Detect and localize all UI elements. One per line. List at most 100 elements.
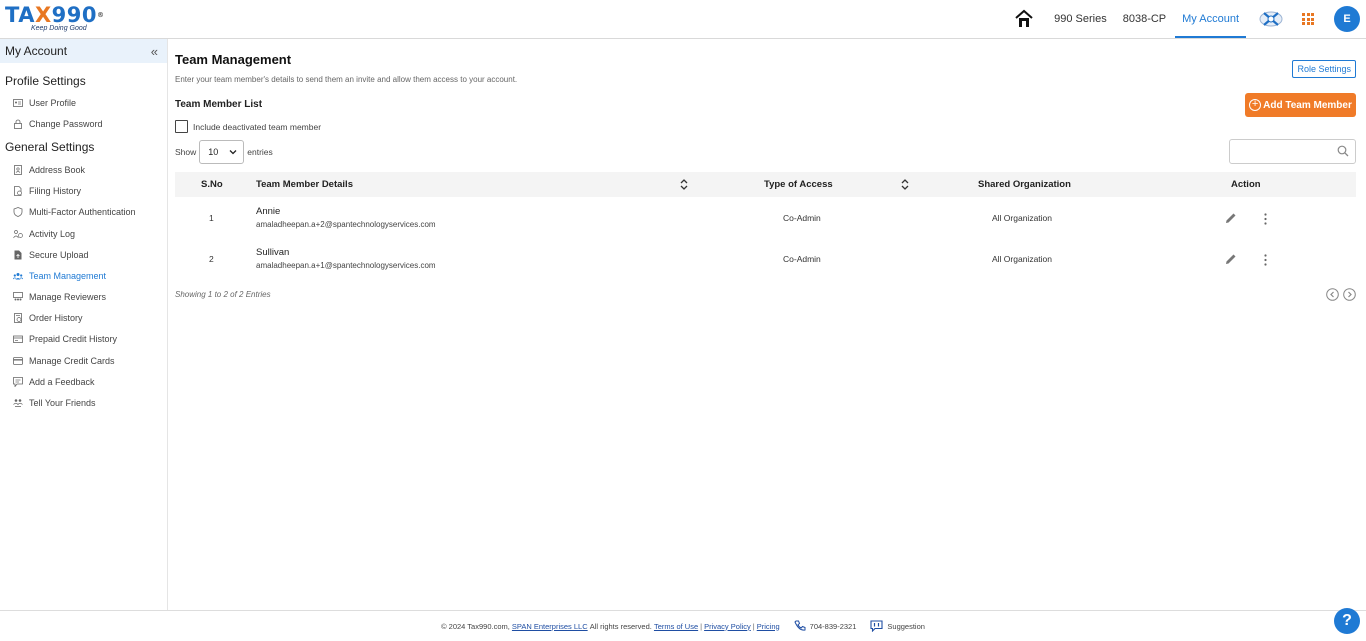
sidebar-item-address-book[interactable]: Address Book xyxy=(0,159,167,180)
sidebar-item-team-management[interactable]: Team Management xyxy=(0,265,167,286)
lock-icon xyxy=(14,119,22,129)
footer: © 2024 Tax990.com, SPAN Enterprises LLC … xyxy=(0,610,1366,641)
table-row: 1 Annie amaladheepan.a+2@spantechnologys… xyxy=(175,202,1356,243)
sidebar-item-label: Change Password xyxy=(29,118,103,129)
row-member-details: Annie amaladheepan.a+2@spantechnologyser… xyxy=(256,206,436,229)
sidebar-item-label: Tell Your Friends xyxy=(29,398,96,409)
page-title: Team Management xyxy=(175,52,292,67)
user-avatar[interactable]: E xyxy=(1334,6,1360,32)
page-subtitle: Enter your team member's details to send… xyxy=(175,75,518,84)
sidebar-item-label: Activity Log xyxy=(29,228,76,239)
home-icon[interactable] xyxy=(1014,9,1034,29)
sidebar-item-prepaid-credit-history[interactable]: Prepaid Credit History xyxy=(0,329,167,350)
general-settings-heading: General Settings xyxy=(5,140,95,155)
footer-company-link[interactable]: SPAN Enterprises LLC xyxy=(512,622,588,631)
sidebar-item-filing-history[interactable]: Filing History xyxy=(0,181,167,202)
credit-card-icon xyxy=(13,356,23,365)
add-team-member-button[interactable]: + Add Team Member xyxy=(1245,93,1356,117)
sidebar-item-manage-credit-cards[interactable]: Manage Credit Cards xyxy=(0,350,167,371)
profile-settings-heading: Profile Settings xyxy=(5,74,86,88)
row-member-details: Sullivan amaladheepan.a+1@spantechnology… xyxy=(256,247,436,270)
footer-privacy-link[interactable]: Privacy Policy xyxy=(704,622,751,631)
logo-registered-mark: ® xyxy=(97,11,105,19)
edit-pencil-icon[interactable] xyxy=(1225,253,1237,265)
sidebar-item-label: Address Book xyxy=(29,164,86,175)
sidebar-item-user-profile[interactable]: User Profile xyxy=(0,92,167,113)
chevron-down-icon xyxy=(229,150,237,155)
role-settings-button[interactable]: Role Settings xyxy=(1292,60,1356,78)
include-deactivated-option[interactable]: Include deactivated team member xyxy=(175,120,321,133)
search-input[interactable] xyxy=(1229,139,1356,164)
member-email: amaladheepan.a+1@spantechnologyservices.… xyxy=(256,261,436,270)
sort-icon[interactable] xyxy=(680,178,688,191)
sidebar-header: My Account « xyxy=(0,39,167,63)
pagination xyxy=(1326,288,1356,301)
entries-label: entries xyxy=(247,147,273,157)
sidebar-item-manage-reviewers[interactable]: Manage Reviewers xyxy=(0,287,167,308)
sidebar-item-mfa[interactable]: Multi-Factor Authentication xyxy=(0,202,167,223)
help-button[interactable]: ? xyxy=(1334,608,1360,634)
next-page-icon[interactable] xyxy=(1343,288,1356,301)
footer-separator: | xyxy=(752,621,755,631)
team-icon xyxy=(13,272,23,280)
phone-icon xyxy=(794,620,806,631)
collapse-icon[interactable]: « xyxy=(151,44,158,59)
sidebar-item-secure-upload[interactable]: Secure Upload xyxy=(0,244,167,265)
col-member-details: Team Member Details xyxy=(256,179,353,190)
sidebar-title: My Account xyxy=(5,44,68,58)
sidebar-item-label: Add a Feedback xyxy=(29,376,95,387)
sort-icon[interactable] xyxy=(901,178,909,191)
sidebar-item-label: Multi-Factor Authentication xyxy=(29,207,136,218)
tax990-logo[interactable]: TAX990® Keep Doing Good xyxy=(5,3,105,32)
col-action: Action xyxy=(1231,179,1261,190)
feedback-icon xyxy=(13,376,23,387)
footer-separator: | xyxy=(700,621,703,631)
sidebar-item-label: Filing History xyxy=(29,186,82,197)
sidebar-item-label: User Profile xyxy=(29,97,77,108)
footer-phone[interactable]: 704-839-2321 xyxy=(794,620,857,632)
nav-990-series[interactable]: 990 Series xyxy=(1054,0,1107,38)
nav-8038-cp[interactable]: 8038-CP xyxy=(1123,0,1166,38)
show-label: Show xyxy=(175,147,197,157)
entries-select[interactable]: 10 xyxy=(199,140,245,164)
logo-text-number: 990 xyxy=(51,3,97,27)
footer-pricing-link[interactable]: Pricing xyxy=(757,622,780,631)
plus-circle-icon: + xyxy=(1249,99,1262,111)
sidebar-item-label: Manage Reviewers xyxy=(29,292,107,303)
search-icon[interactable] xyxy=(1337,145,1349,157)
row-organization: All Organization xyxy=(992,254,1053,264)
address-book-icon xyxy=(14,165,22,175)
prepaid-credit-icon xyxy=(13,336,23,344)
activity-log-icon xyxy=(13,229,23,238)
x-switch-icon[interactable] xyxy=(1258,8,1284,30)
sidebar-item-activity-log[interactable]: Activity Log xyxy=(0,223,167,244)
sidebar-item-change-password[interactable]: Change Password xyxy=(0,113,167,134)
entries-control: Show 10 entries xyxy=(175,140,273,164)
more-options-icon[interactable] xyxy=(1264,254,1267,266)
edit-pencil-icon[interactable] xyxy=(1225,212,1237,224)
footer-suggestion[interactable]: Suggestion xyxy=(870,620,925,632)
row-organization: All Organization xyxy=(992,213,1053,223)
footer-terms-link[interactable]: Terms of Use xyxy=(654,622,698,631)
friends-icon xyxy=(13,399,23,407)
sidebar-item-add-feedback[interactable]: Add a Feedback xyxy=(0,371,167,392)
table-row: 2 Sullivan amaladheepan.a+1@spantechnolo… xyxy=(175,243,1356,284)
sidebar: My Account « Profile Settings User Profi… xyxy=(0,39,168,614)
entries-summary: Showing 1 to 2 of 2 Entries xyxy=(175,290,271,299)
footer-suggestion-label: Suggestion xyxy=(887,621,925,631)
shield-icon xyxy=(13,207,23,218)
apps-grid-icon[interactable] xyxy=(1302,13,1314,25)
id-card-icon xyxy=(13,98,23,107)
sidebar-item-label: Manage Credit Cards xyxy=(29,355,115,366)
sidebar-item-tell-friends[interactable]: Tell Your Friends xyxy=(0,392,167,413)
previous-page-icon[interactable] xyxy=(1326,288,1339,301)
sidebar-item-label: Order History xyxy=(29,313,83,324)
footer-rights: All rights reserved. xyxy=(589,621,652,631)
nav-my-account[interactable]: My Account xyxy=(1175,0,1246,38)
more-options-icon[interactable] xyxy=(1264,213,1267,225)
logo-text-x: X xyxy=(34,3,52,27)
sidebar-item-order-history[interactable]: Order History xyxy=(0,308,167,329)
include-deactivated-checkbox[interactable] xyxy=(175,120,188,133)
row-access: Co-Admin xyxy=(783,213,821,223)
footer-phone-number: 704-839-2321 xyxy=(809,621,857,631)
